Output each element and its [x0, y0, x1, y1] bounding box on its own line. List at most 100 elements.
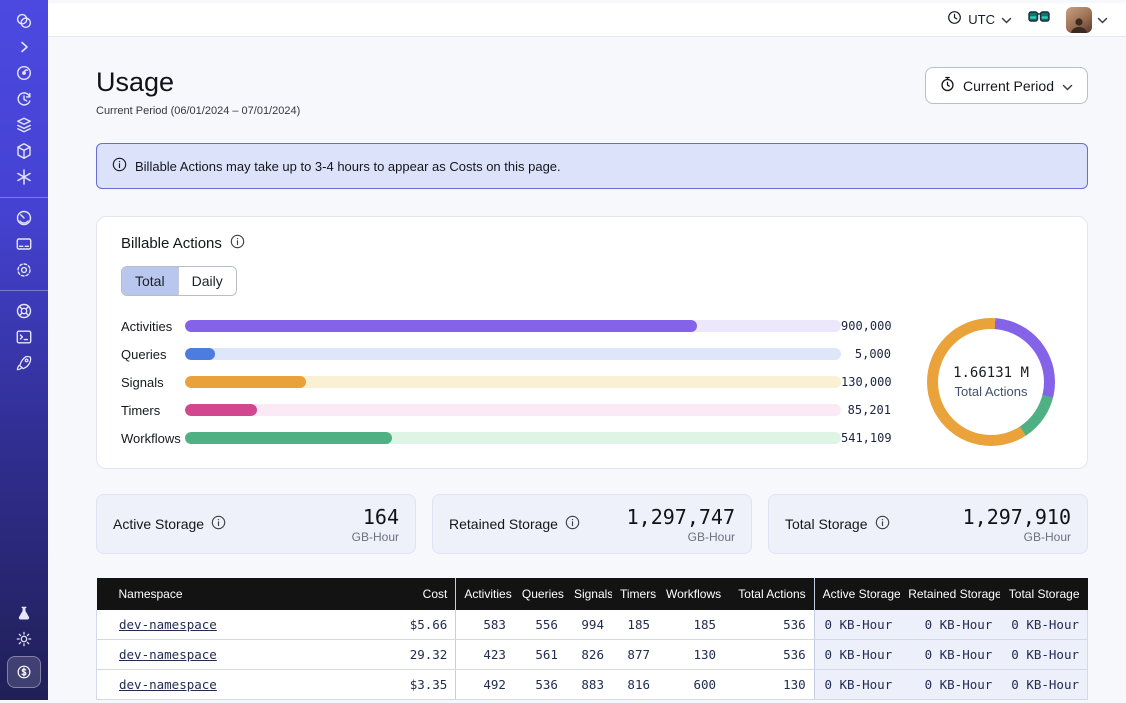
bar-fill: [185, 404, 257, 416]
queries-cell: 561: [514, 640, 566, 670]
metrics-gauge-icon[interactable]: [7, 205, 41, 231]
page-header: Usage Current Period (06/01/2024 – 07/01…: [96, 67, 1088, 117]
total-storage-label: Total Storage: [785, 516, 868, 532]
bar-label: Timers: [121, 403, 185, 418]
billable-actions-chart: Activities 900,000 Queries 5,000 Signals…: [121, 318, 1063, 446]
period-button-label: Current Period: [963, 78, 1054, 94]
info-banner-text: Billable Actions may take up to 3-4 hour…: [135, 159, 561, 174]
cost-cell: $5.66: [357, 610, 456, 640]
active-storage-label: Active Storage: [113, 516, 204, 532]
total-actions-cell: 536: [724, 610, 814, 640]
billing-card-icon[interactable]: [7, 231, 41, 257]
glasses-icon[interactable]: [1028, 10, 1050, 29]
namespace-link[interactable]: dev-namespace: [119, 647, 217, 662]
usage-dollar-icon[interactable]: [7, 656, 41, 688]
storage-cards: Active Storage 164 GB-Hour Retained Stor…: [96, 494, 1088, 554]
bar-fill: [185, 376, 306, 388]
signals-cell: 826: [566, 640, 612, 670]
bar-row-queries: Queries 5,000: [121, 347, 891, 362]
table-row: dev-namespace 29.32 423 561 826 877 130 …: [97, 640, 1088, 670]
active-storage-cell: 0 KB-Hour: [814, 610, 900, 640]
col-retained-storage: Retained Storage: [900, 578, 1000, 610]
timers-cell: 816: [612, 670, 658, 700]
bar-track: [185, 376, 841, 388]
col-active-storage: Active Storage: [814, 578, 900, 610]
info-icon[interactable]: [565, 515, 580, 533]
account-menu[interactable]: [1066, 7, 1108, 33]
timezone-selector[interactable]: UTC: [947, 10, 1012, 30]
avatar: [1066, 7, 1092, 33]
bar-label: Signals: [121, 375, 185, 390]
info-icon: [112, 157, 127, 175]
chevron-down-icon: [1001, 11, 1012, 29]
support-lifebuoy-icon[interactable]: [7, 298, 41, 324]
col-queries: Queries: [514, 578, 566, 610]
col-namespace: Namespace: [97, 578, 357, 610]
tab-total[interactable]: Total: [122, 267, 178, 295]
theme-sun-icon[interactable]: [7, 626, 41, 652]
bar-label: Workflows: [121, 431, 185, 446]
active-storage-unit: GB-Hour: [352, 530, 399, 544]
period-dropdown-button[interactable]: Current Period: [925, 67, 1088, 104]
page-title: Usage: [96, 67, 300, 98]
col-cost: Cost: [357, 578, 456, 610]
retained-storage-value: 1,297,747: [627, 505, 735, 529]
namespace-usage-table: Namespace Cost Activities Queries Signal…: [96, 578, 1088, 700]
settings-gear-icon[interactable]: [7, 257, 41, 283]
rocket-icon[interactable]: [7, 350, 41, 376]
col-activities: Activities: [456, 578, 514, 610]
info-icon[interactable]: [230, 234, 245, 253]
active-storage-card: Active Storage 164 GB-Hour: [96, 494, 416, 554]
retained-storage-cell: 0 KB-Hour: [900, 670, 1000, 700]
donut-center: 1.66131 M Total Actions: [938, 329, 1044, 435]
timers-cell: 185: [612, 610, 658, 640]
info-icon[interactable]: [211, 515, 226, 533]
billable-actions-title: Billable Actions: [121, 235, 222, 252]
workflows-cell: 130: [658, 640, 724, 670]
table-header-row: Namespace Cost Activities Queries Signal…: [97, 578, 1088, 610]
main-content: Usage Current Period (06/01/2024 – 07/01…: [48, 37, 1126, 700]
retained-storage-card: Retained Storage 1,297,747 GB-Hour: [432, 494, 752, 554]
cost-cell: 29.32: [357, 640, 456, 670]
namespaces-icon[interactable]: [7, 60, 41, 86]
total-storage-cell: 0 KB-Hour: [1000, 610, 1087, 640]
activities-cell: 423: [456, 640, 514, 670]
bar-value: 5,000: [841, 347, 891, 361]
chevron-down-icon: [1062, 78, 1073, 94]
timers-cell: 877: [612, 640, 658, 670]
namespace-link[interactable]: dev-namespace: [119, 617, 217, 632]
bar-track: [185, 404, 841, 416]
bar-label: Activities: [121, 319, 185, 334]
queries-cell: 556: [514, 610, 566, 640]
bar-track: [185, 432, 841, 444]
total-storage-unit: GB-Hour: [963, 530, 1071, 544]
schedules-clock-icon[interactable]: [7, 86, 41, 112]
workflows-cell: 185: [658, 610, 724, 640]
active-storage-cell: 0 KB-Hour: [814, 670, 900, 700]
terminal-icon[interactable]: [7, 324, 41, 350]
active-storage-cell: 0 KB-Hour: [814, 640, 900, 670]
bar-chart: Activities 900,000 Queries 5,000 Signals…: [121, 319, 891, 446]
bar-row-workflows: Workflows 541,109: [121, 431, 891, 446]
workflows-cell: 600: [658, 670, 724, 700]
task-queues-layers-icon[interactable]: [7, 112, 41, 138]
retained-storage-unit: GB-Hour: [627, 530, 735, 544]
temporal-logo-icon[interactable]: [7, 8, 41, 34]
namespace-link[interactable]: dev-namespace: [119, 677, 217, 692]
activities-cell: 492: [456, 670, 514, 700]
bar-track: [185, 320, 841, 332]
sidebar-divider: [0, 197, 48, 198]
lab-flask-icon[interactable]: [7, 600, 41, 626]
col-signals: Signals: [566, 578, 612, 610]
total-actions-donut: 1.66131 M Total Actions: [927, 318, 1055, 446]
nexus-asterisk-icon[interactable]: [7, 164, 41, 190]
expand-sidebar-chevron-icon[interactable]: [7, 34, 41, 60]
total-storage-card: Total Storage 1,297,910 GB-Hour: [768, 494, 1088, 554]
tab-daily[interactable]: Daily: [178, 267, 236, 295]
chevron-down-icon: [1097, 11, 1108, 29]
deployments-cube-icon[interactable]: [7, 138, 41, 164]
bar-value: 85,201: [841, 403, 891, 417]
info-icon[interactable]: [875, 515, 890, 533]
sidebar: [0, 0, 48, 700]
sidebar-divider: [0, 290, 48, 291]
